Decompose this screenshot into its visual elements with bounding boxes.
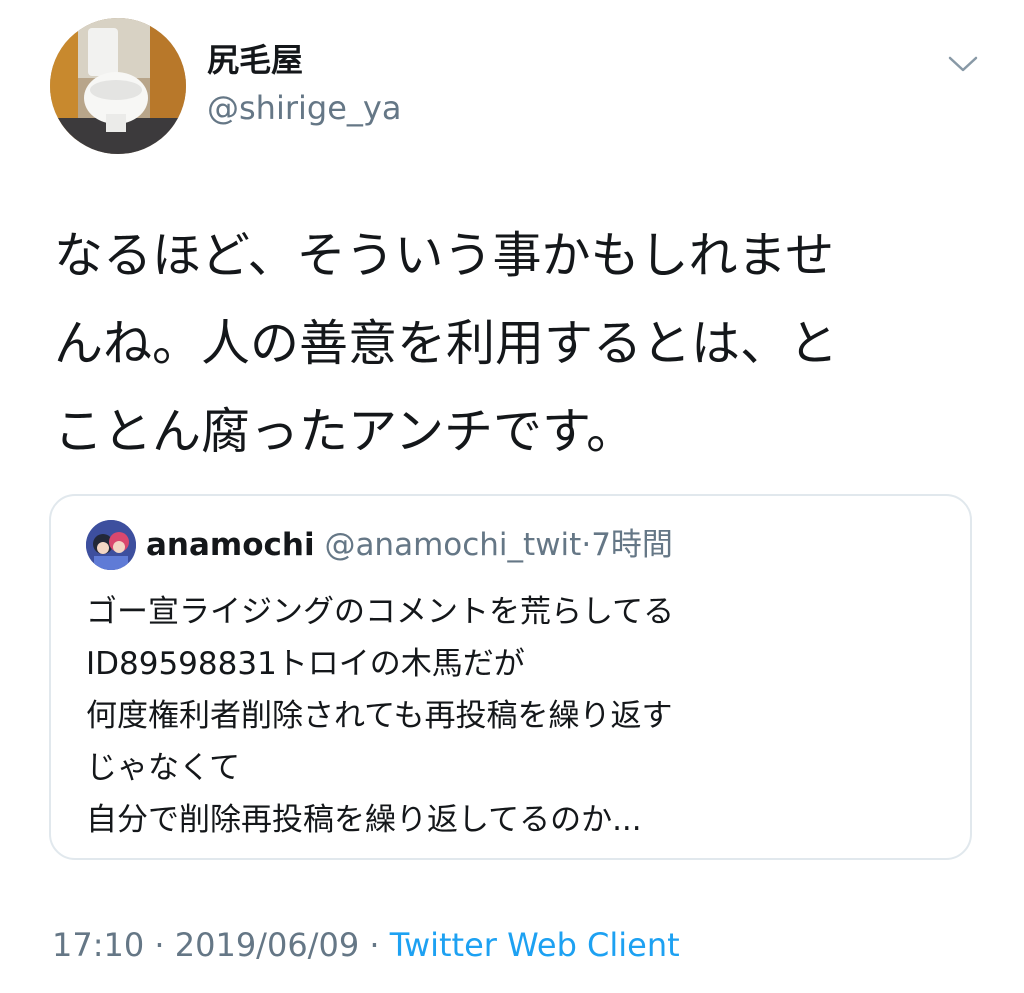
quoted-tweet-card[interactable]: anamochi @anamochi_twit·7時間 ゴー宣ライジングのコメン… (49, 494, 972, 860)
quoted-text-line: ゴー宣ライジングのコメントを荒らしてる (86, 594, 675, 630)
quoted-timestamp[interactable]: 7時間 (591, 527, 673, 563)
quoted-tweet-header: anamochi @anamochi_twit·7時間 (146, 524, 673, 566)
tweet-date[interactable]: 2019/06/09 (175, 926, 359, 964)
chevron-down-icon[interactable] (946, 52, 980, 76)
avatar-image (50, 18, 186, 154)
tweet-time[interactable]: 17:10 (52, 926, 144, 964)
quoted-tweet-text: ゴー宣ライジングのコメントを荒らしてる ID89598831トロイの木馬だが 何… (86, 586, 956, 846)
author-handle[interactable]: @shirige_ya (207, 88, 401, 128)
tweet-text-line: んね。人の善意を利用するとは、と (54, 315, 839, 372)
quoted-text-line: ID89598831トロイの木馬だが (86, 646, 525, 682)
meta-separator: · (154, 926, 165, 964)
tweet-text-line: なるほど、そういう事かもしれませ (54, 227, 835, 284)
quoted-separator: · (581, 527, 592, 563)
author-display-name[interactable]: 尻毛屋 (207, 40, 303, 80)
tweet-meta: 17:10 · 2019/06/09 · Twitter Web Client (52, 922, 680, 968)
quoted-author-avatar[interactable] (86, 520, 136, 570)
author-avatar[interactable] (50, 18, 186, 154)
tweet-client-link[interactable]: Twitter Web Client (390, 926, 680, 964)
tweet-text-line: ことん腐ったアンチです。 (54, 403, 636, 460)
meta-separator: · (369, 926, 380, 964)
quoted-author-name[interactable]: anamochi (146, 527, 315, 563)
quoted-text-line: 何度権利者削除されても再投稿を繰り返す (86, 698, 673, 734)
quoted-text-line: じゃなくて (86, 750, 241, 786)
quoted-author-handle[interactable]: @anamochi_twit (324, 527, 581, 563)
quoted-avatar-image (86, 520, 136, 570)
quoted-text-line: 自分で削除再投稿を繰り返してるのか... (86, 802, 642, 838)
tweet-text: なるほど、そういう事かもしれませ んね。人の善意を利用するとは、と ことん腐った… (54, 212, 974, 476)
